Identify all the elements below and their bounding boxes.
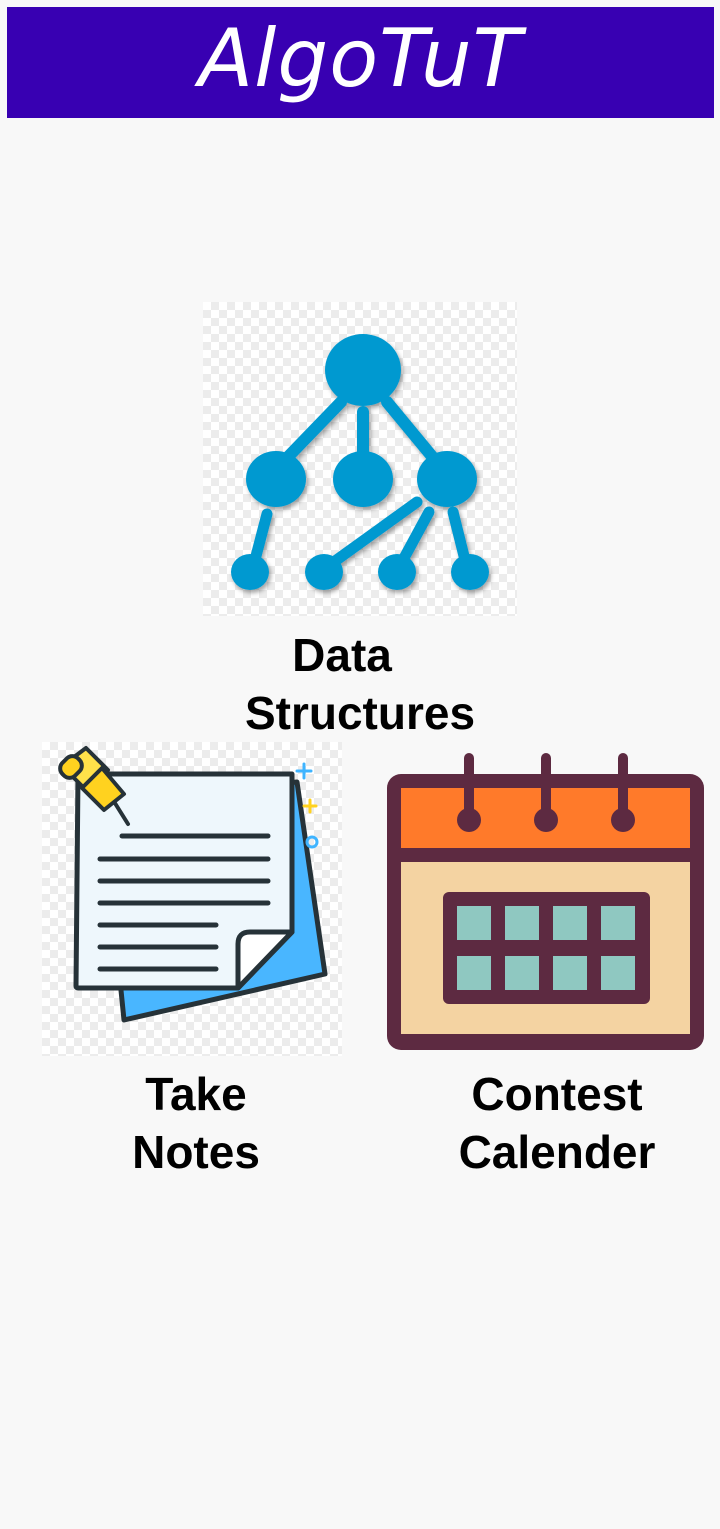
app-title: AlgoTuT bbox=[198, 11, 523, 105]
contest-calendar-label-line1: Contest bbox=[471, 1068, 643, 1120]
notes-icon[interactable] bbox=[42, 742, 342, 1056]
take-notes-label-line2: Notes bbox=[132, 1126, 260, 1178]
tree-structure-icon[interactable] bbox=[203, 302, 517, 616]
take-notes-label-line1: Take bbox=[145, 1068, 247, 1120]
data-structures-label-line2: Structures bbox=[244, 687, 476, 739]
app-screen: AlgoTuT Data Structures Take Notes Conte… bbox=[0, 0, 720, 1529]
data-structures-label-line1: Data bbox=[292, 629, 392, 681]
app-header: AlgoTuT bbox=[7, 7, 714, 118]
contest-calendar-label-line2: Calender bbox=[458, 1126, 656, 1178]
calendar-icon[interactable] bbox=[387, 752, 704, 1050]
